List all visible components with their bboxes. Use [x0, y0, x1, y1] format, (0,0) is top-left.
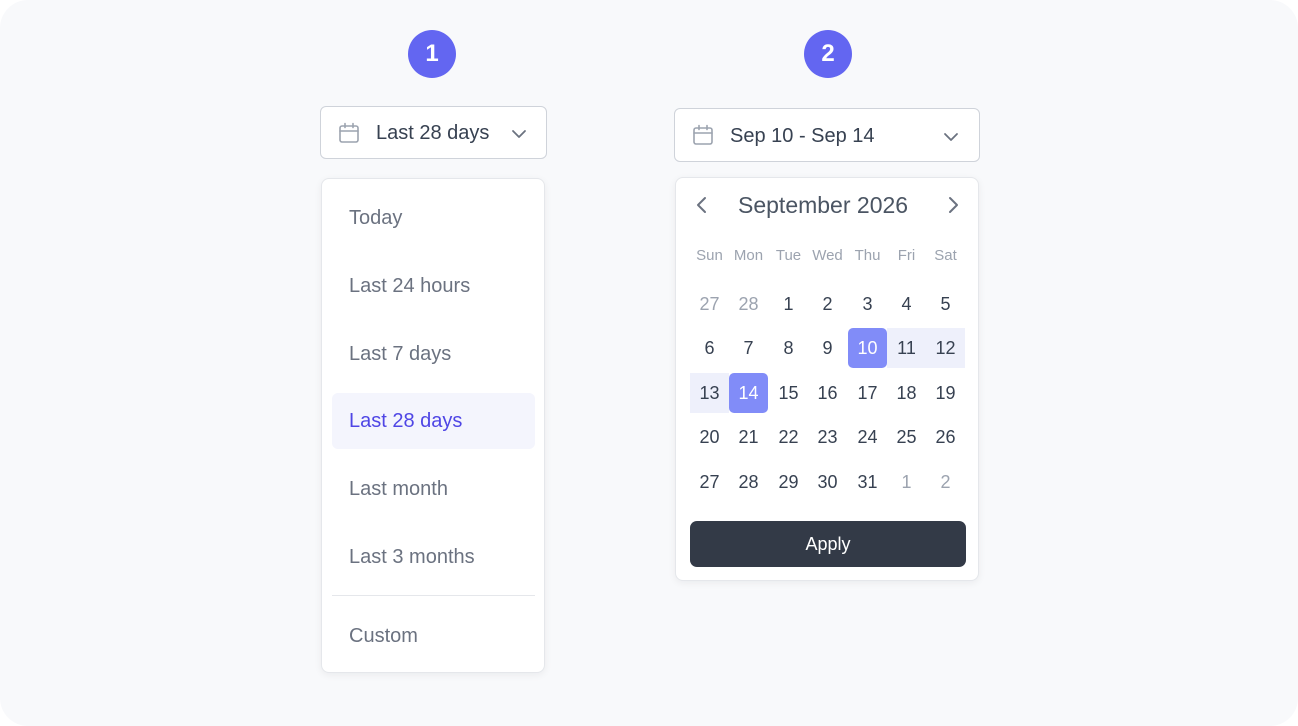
calendar-day[interactable]: 9: [808, 328, 847, 368]
weekday-label: Sun: [696, 247, 723, 264]
calendar-day[interactable]: 2: [808, 284, 847, 324]
calendar-month-title: September 2026: [738, 192, 909, 218]
calendar-day[interactable]: 27: [690, 284, 729, 324]
calendar-day[interactable]: 22: [769, 417, 808, 457]
calendar-day[interactable]: 15: [769, 373, 808, 413]
calendar-day[interactable]: 4: [887, 284, 926, 324]
calendar-day[interactable]: 21: [729, 417, 768, 457]
menu-divider: [332, 595, 535, 596]
calendar-day[interactable]: 3: [848, 284, 887, 324]
calendar-day[interactable]: 6: [690, 328, 729, 368]
calendar-day[interactable]: 1: [769, 284, 808, 324]
preset-item-last-24-hours[interactable]: Last 24 hours: [332, 258, 535, 314]
calendar-icon: [692, 124, 714, 151]
calendar-day[interactable]: 5: [926, 284, 965, 324]
chevron-left-icon: [697, 197, 706, 213]
range-selected-label: Sep 10 - Sep 14: [730, 125, 875, 147]
weekday-label: Thu: [854, 247, 881, 264]
calendar-icon: [338, 122, 360, 149]
calendar-day[interactable]: 27: [690, 462, 729, 502]
range-picker-trigger[interactable]: Sep 10 - Sep 14: [674, 108, 980, 162]
preset-item-last-month[interactable]: Last month: [332, 461, 535, 517]
calendar-day[interactable]: 31: [848, 462, 887, 502]
preset-item-last-3-months[interactable]: Last 3 months: [332, 529, 535, 585]
weekday-label: Fri: [897, 247, 916, 264]
weekday-label: Wed: [812, 247, 843, 264]
calendar-day[interactable]: 19: [926, 373, 965, 413]
calendar-day[interactable]: 28: [729, 462, 768, 502]
preset-selected-label: Last 28 days: [376, 122, 490, 144]
preset-item-last-7-days[interactable]: Last 7 days: [332, 326, 535, 382]
chevron-down-icon: [943, 130, 959, 148]
calendar-popover: September 2026 Sun Mon Tue Wed Thu Fri Sat 27 2…: [675, 177, 979, 581]
apply-button[interactable]: Apply: [690, 521, 966, 567]
weekday-label: Sat: [934, 247, 957, 264]
calendar-day[interactable]: 8: [769, 328, 808, 368]
weekday-label: Tue: [775, 247, 802, 264]
chevron-right-icon: [949, 197, 958, 213]
calendar-day[interactable]: 25: [887, 417, 926, 457]
preset-item-custom[interactable]: Custom: [332, 608, 535, 664]
preset-item-last-28-days[interactable]: Last 28 days: [332, 393, 535, 449]
calendar-day[interactable]: 13: [690, 373, 729, 413]
calendar-day[interactable]: 20: [690, 417, 729, 457]
calendar-day[interactable]: 26: [926, 417, 965, 457]
calendar-day[interactable]: 17: [848, 373, 887, 413]
calendar-day[interactable]: 12: [926, 328, 965, 368]
calendar-day[interactable]: 29: [769, 462, 808, 502]
step-badge-1: 1: [408, 30, 456, 78]
weekday-label: Mon: [733, 247, 764, 264]
calendar-day[interactable]: 30: [808, 462, 847, 502]
calendar-day[interactable]: 16: [808, 373, 847, 413]
calendar-day[interactable]: 23: [808, 417, 847, 457]
prev-month-button[interactable]: [689, 192, 715, 218]
chevron-down-icon: [511, 127, 527, 145]
calendar-day[interactable]: 7: [729, 328, 768, 368]
preset-dropdown-trigger[interactable]: Last 28 days: [320, 106, 547, 159]
preset-item-today[interactable]: Today: [332, 190, 535, 246]
step-badge-2: 2: [804, 30, 852, 78]
calendar-day[interactable]: 28: [729, 284, 768, 324]
calendar-day[interactable]: 14: [729, 373, 768, 413]
calendar-day[interactable]: 10: [848, 328, 887, 368]
preset-menu: Today Last 24 hours Last 7 days Last 28 …: [321, 178, 545, 673]
calendar-day[interactable]: 11: [887, 328, 926, 368]
next-month-button[interactable]: [940, 192, 966, 218]
calendar-day[interactable]: 2: [926, 462, 965, 502]
calendar-day[interactable]: 18: [887, 373, 926, 413]
calendar-day[interactable]: 24: [848, 417, 887, 457]
canvas: 1 2 Last 28 days Today Last 24 hours Las…: [0, 0, 1298, 726]
calendar-day[interactable]: 1: [887, 462, 926, 502]
